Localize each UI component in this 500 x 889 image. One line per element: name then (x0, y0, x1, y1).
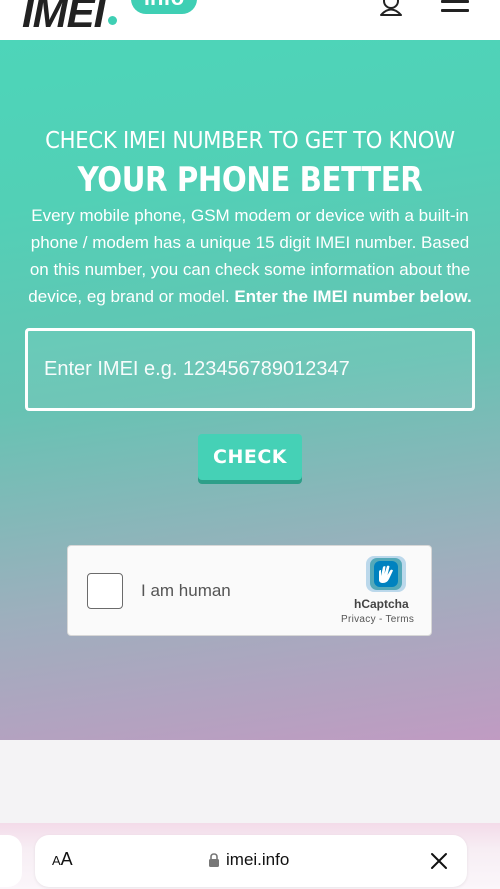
captcha-label: I am human (141, 581, 231, 600)
site-header: IMEI info (0, 0, 500, 40)
captcha-checkbox[interactable] (87, 573, 123, 609)
browser-toolbar: AA imei.info (0, 823, 500, 889)
hero-headline: YOUR PHONE BETTER (77, 160, 423, 200)
lock-icon (209, 853, 219, 867)
hcaptcha-widget: I am human hCaptcha Privacy - Terms (67, 545, 432, 636)
logo-badge: info (131, 0, 197, 14)
hero-section: CHECK IMEI NUMBER TO GET TO KNOW YOUR PH… (0, 40, 500, 740)
address-bar[interactable]: AA imei.info (35, 835, 467, 887)
hero-kicker: CHECK IMEI NUMBER TO GET TO KNOW (45, 128, 455, 154)
close-icon[interactable] (430, 852, 448, 870)
hcaptcha-brand: hCaptcha (354, 597, 409, 611)
privacy-link[interactable]: Privacy (341, 614, 376, 625)
url-text: imei.info (226, 850, 290, 869)
previous-tab-edge[interactable] (0, 835, 22, 887)
link-separator: - (375, 614, 386, 625)
hcaptcha-logo-icon (366, 556, 406, 592)
text-size-small: A (52, 853, 61, 868)
hamburger-menu-icon[interactable] (441, 0, 469, 14)
hcaptcha-links: Privacy - Terms (341, 614, 414, 625)
text-size-button[interactable]: AA (52, 849, 73, 870)
menu-bar (441, 9, 469, 12)
description-emphasis: Enter the IMEI number below. (234, 287, 472, 306)
hero-description: Every mobile phone, GSM modem or device … (28, 202, 472, 310)
text-size-big: A (60, 849, 73, 869)
check-button[interactable]: CHECK (198, 434, 302, 480)
logo-dot (108, 16, 117, 25)
user-icon[interactable] (378, 0, 404, 16)
terms-link[interactable]: Terms (386, 614, 415, 625)
logo-text: IMEI (22, 0, 105, 36)
imei-input[interactable] (25, 328, 475, 411)
menu-bar (441, 0, 469, 3)
